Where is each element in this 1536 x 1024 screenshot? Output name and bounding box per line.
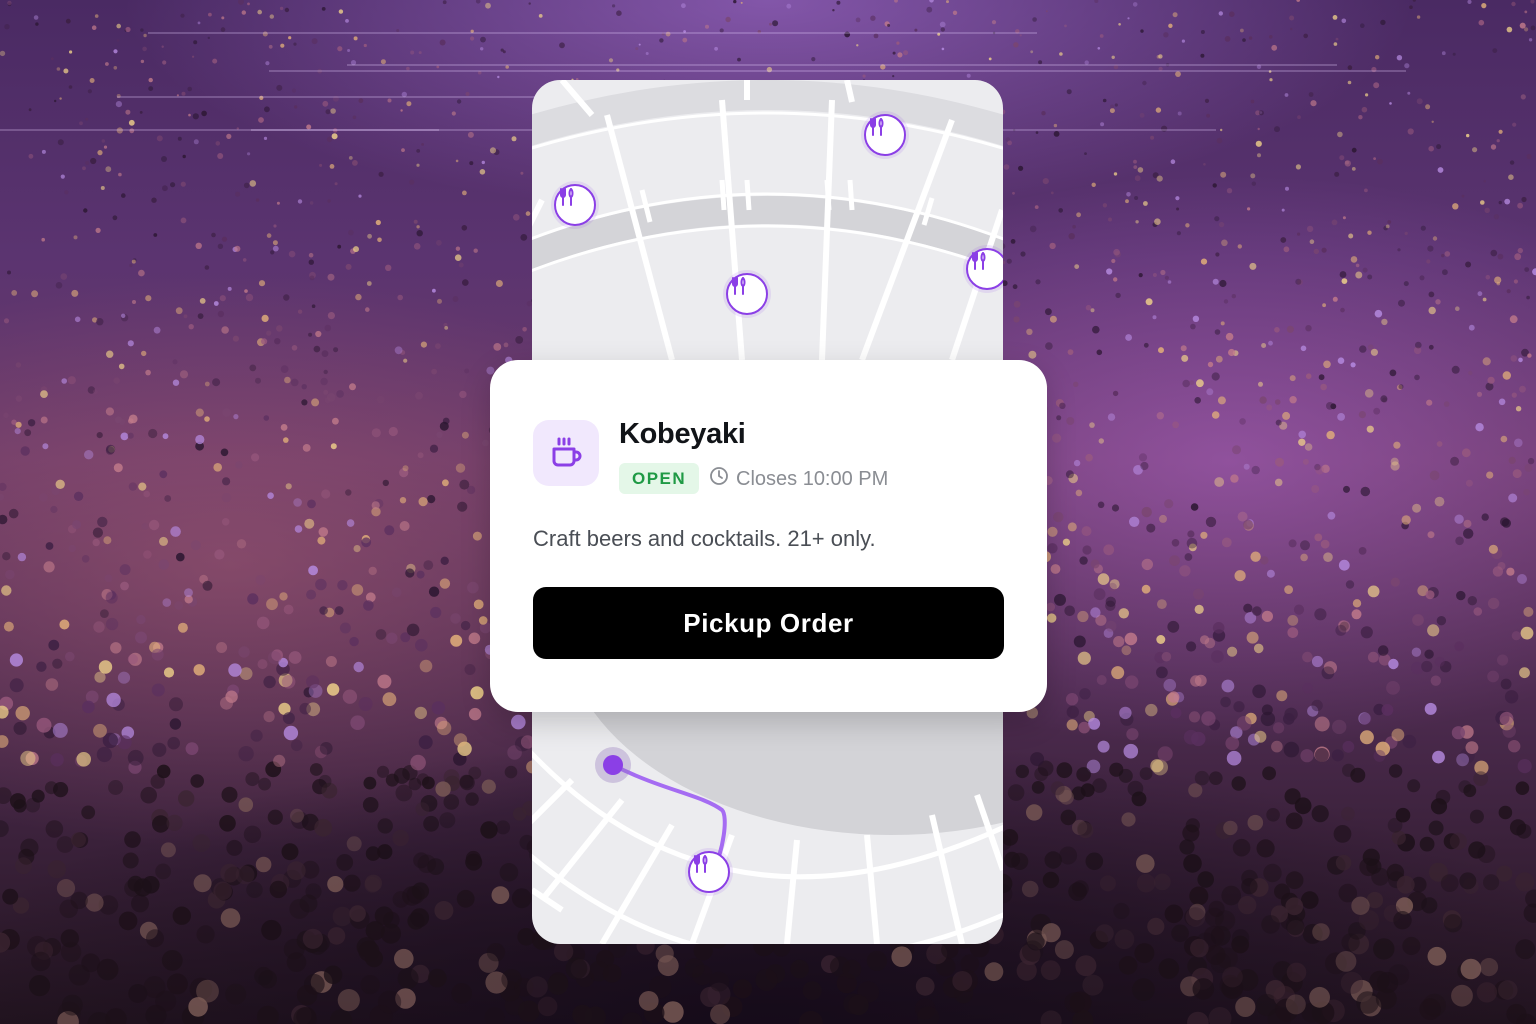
restaurant-marker[interactable] bbox=[864, 114, 906, 156]
venue-description: Craft beers and cocktails. 21+ only. bbox=[533, 526, 876, 551]
clock-icon bbox=[709, 466, 729, 492]
restaurant-marker[interactable] bbox=[554, 184, 596, 226]
restaurant-marker[interactable] bbox=[688, 851, 730, 893]
restaurant-marker[interactable] bbox=[966, 248, 1003, 290]
hours-info: Closes 10:00 PM bbox=[709, 464, 888, 494]
venue-detail-card: Kobeyaki OPEN Closes 10:00 PM Craft beer… bbox=[490, 360, 1047, 712]
venue-name: Kobeyaki bbox=[619, 418, 746, 450]
current-location-marker bbox=[595, 747, 631, 783]
status-badge: OPEN bbox=[619, 463, 700, 494]
restaurant-marker[interactable] bbox=[726, 273, 768, 315]
hours-text: Closes 10:00 PM bbox=[736, 467, 889, 490]
pickup-order-button[interactable]: Pickup Order bbox=[533, 587, 1004, 659]
coffee-cup-icon bbox=[533, 420, 599, 486]
